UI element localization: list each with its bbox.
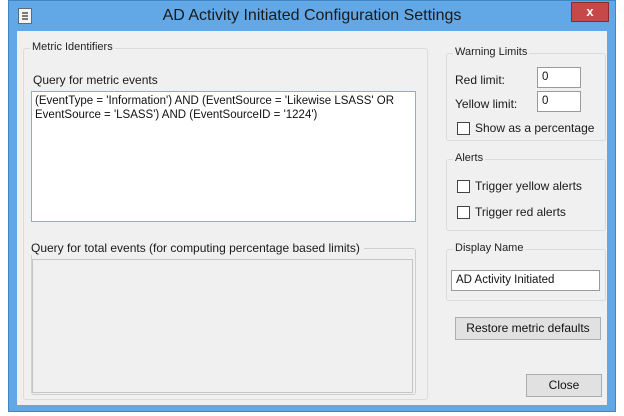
query-total-label: Query for total events (for computing pe… [31, 241, 364, 255]
query-events-label: Query for metric events [33, 73, 158, 87]
yellow-limit-label: Yellow limit: [455, 97, 518, 111]
yellow-limit-input[interactable]: 0 [537, 91, 581, 112]
show-percentage-box[interactable] [457, 122, 470, 135]
show-percentage-label: Show as a percentage [475, 121, 595, 135]
close-button[interactable]: Close [526, 374, 602, 397]
alerts-group: Alerts [446, 152, 606, 231]
warning-limits-legend: Warning Limits [453, 46, 530, 58]
dialog-client-area: Metric Identifiers Query for metric even… [17, 31, 607, 405]
trigger-yellow-label: Trigger yellow alerts [475, 179, 582, 193]
close-icon[interactable]: x [571, 2, 609, 22]
display-name-input[interactable]: AD Activity Initiated [451, 270, 600, 291]
alerts-legend: Alerts [453, 152, 486, 164]
window-title: AD Activity Initiated Configuration Sett… [162, 7, 462, 24]
trigger-red-box[interactable] [457, 206, 470, 219]
trigger-yellow-box[interactable] [457, 180, 470, 193]
query-events-field[interactable]: (EventType = 'Information') AND (EventSo… [31, 91, 416, 222]
red-limit-label: Red limit: [455, 73, 506, 87]
metric-identifiers-legend: Metric Identifiers [30, 41, 115, 53]
query-total-field[interactable] [32, 259, 413, 393]
display-name-legend: Display Name [453, 242, 526, 254]
red-limit-input[interactable]: 0 [537, 67, 581, 88]
title-bar: AD Activity Initiated Configuration Sett… [9, 1, 615, 31]
restore-defaults-button[interactable]: Restore metric defaults [455, 317, 601, 340]
trigger-red-label: Trigger red alerts [475, 205, 566, 219]
dialog-window: AD Activity Initiated Configuration Sett… [8, 0, 616, 412]
